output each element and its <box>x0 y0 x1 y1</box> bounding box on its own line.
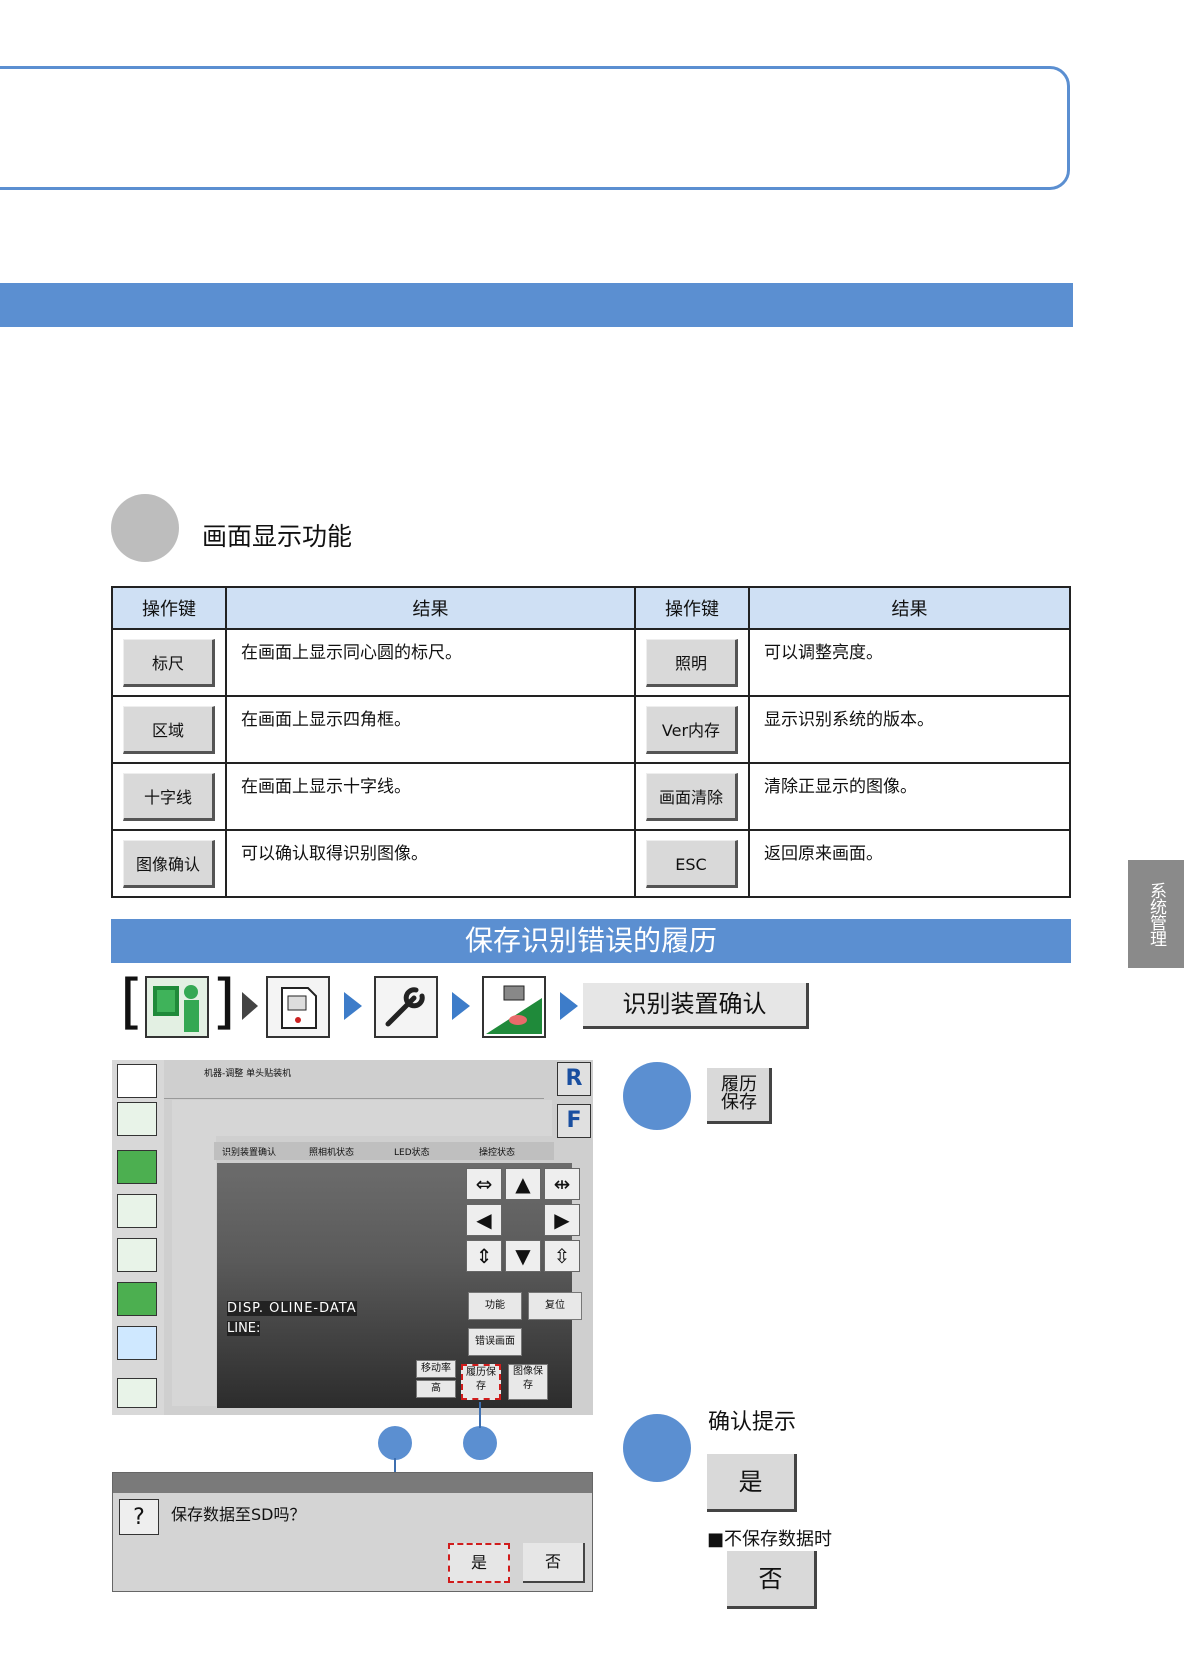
image-save-button[interactable]: 图像保存 <box>508 1364 548 1400</box>
table-header: 操作键 <box>111 586 227 630</box>
setup-icon[interactable] <box>117 1282 157 1316</box>
result-cell: 返回原来画面。 <box>748 829 1071 898</box>
function-table: 操作键 结果 操作键 结果 标尺 在画面上显示同心圆的标尺。 照明 可以调整亮度… <box>111 586 1071 898</box>
home-icon[interactable] <box>117 1064 157 1098</box>
header-frame <box>0 66 1070 190</box>
result-cell: 清除正显示的图像。 <box>748 762 1071 831</box>
function-button[interactable]: 功能 <box>468 1292 522 1320</box>
dialog-yes-button[interactable]: 是 <box>448 1543 510 1583</box>
key-button: 图像确认 <box>123 839 215 888</box>
up-arrow-button[interactable]: ▲ <box>505 1168 541 1200</box>
cycle-icon[interactable] <box>117 1102 157 1136</box>
result-cell: 在画面上显示十字线。 <box>225 762 636 831</box>
r-key-button[interactable]: R <box>557 1062 591 1096</box>
save-section-title: 保存识别错误的履历 <box>111 919 1071 963</box>
machine-label: 机器-调整 单头贴装机 <box>204 1069 292 1079</box>
f-key-button[interactable]: F <box>557 1104 591 1138</box>
no-save-note: ■不保存数据时 <box>707 1529 833 1550</box>
widen-vertical-button[interactable]: ⇳ <box>544 1240 580 1272</box>
left-menu <box>112 1060 164 1415</box>
history-save-button[interactable]: 履历保存 <box>461 1364 501 1400</box>
table-header: 操作键 <box>634 586 750 630</box>
bracket-left-icon: [ <box>120 967 144 1037</box>
table-row: 标尺 在画面上显示同心圆的标尺。 照明 可以调整亮度。 <box>111 628 1071 697</box>
widen-horizontal-button[interactable]: ⇹ <box>544 1168 580 1200</box>
error-screen-button[interactable]: 错误画面 <box>468 1328 522 1356</box>
side-tab[interactable]: 系统管理 <box>1128 860 1184 968</box>
recognition-camera-icon[interactable] <box>482 976 546 1038</box>
marker-dot <box>378 1426 412 1460</box>
board-icon[interactable] <box>117 1150 157 1184</box>
wrench-icon[interactable] <box>374 976 438 1038</box>
tab-recognition-check[interactable]: 识别装置确认 <box>222 1145 276 1158</box>
move-rate-label: 移动率 <box>416 1360 456 1378</box>
leader-line <box>479 1402 481 1428</box>
narrow-horizontal-button[interactable]: ⇔ <box>466 1168 502 1200</box>
arrow-icon <box>242 992 258 1020</box>
right-arrow-button[interactable]: ▶ <box>544 1204 580 1236</box>
no-key[interactable]: 否 <box>727 1551 817 1609</box>
question-icon: ? <box>119 1499 159 1535</box>
scroll-up-icon[interactable] <box>117 1378 157 1408</box>
left-arrow-button[interactable]: ◀ <box>466 1204 502 1236</box>
screen-toolbar <box>172 1100 552 1136</box>
table-row: 十字线 在画面上显示十字线。 画面清除 清除正显示的图像。 <box>111 762 1071 831</box>
result-cell: 在画面上显示同心圆的标尺。 <box>225 628 636 697</box>
key-button: ESC <box>646 839 738 888</box>
key-button: 标尺 <box>123 638 215 687</box>
section-title: 画面显示功能 <box>202 522 353 551</box>
reset-button[interactable]: 复位 <box>528 1292 582 1320</box>
report-icon[interactable] <box>117 1194 157 1228</box>
result-cell: 在画面上显示四角框。 <box>225 695 636 764</box>
machine-adjust-icon[interactable] <box>145 976 209 1038</box>
arrow-icon <box>452 992 470 1020</box>
section-number-circle <box>111 494 179 562</box>
step-marker <box>623 1414 691 1482</box>
table-header: 结果 <box>748 586 1071 630</box>
key-button: 照明 <box>646 638 738 687</box>
unit-icon[interactable] <box>266 976 330 1038</box>
table-header: 结果 <box>225 586 636 630</box>
step-marker <box>623 1062 691 1130</box>
screen-tabs: 识别装置确认 照相机状态 LED状态 操控状态 <box>214 1142 554 1160</box>
recognition-device-check-button[interactable]: 识别装置确认 <box>583 983 809 1029</box>
confirm-prompt-label: 确认提示 <box>708 1410 797 1435</box>
dialog-message: 保存数据至SD吗？ <box>171 1505 306 1524</box>
key-button: 区域 <box>123 705 215 754</box>
key-button: Ver内存 <box>646 705 738 754</box>
table-row: 区域 在画面上显示四角框。 Ver内存 显示识别系统的版本。 <box>111 695 1071 764</box>
down-arrow-button[interactable]: ▼ <box>505 1240 541 1272</box>
dialog-titlebar <box>113 1473 592 1493</box>
arrow-icon <box>560 992 578 1020</box>
arrow-icon <box>344 992 362 1020</box>
result-cell: 可以调整亮度。 <box>748 628 1071 697</box>
bracket-right-icon: ] <box>212 967 236 1037</box>
alarm-icon[interactable] <box>117 1238 157 1272</box>
overlay-text: DISP. OLINE-DATA <box>227 1301 357 1316</box>
screen-side-toolbar <box>172 1136 216 1406</box>
key-button: 十字线 <box>123 772 215 821</box>
tab-camera-status[interactable]: 照相机状态 <box>309 1145 354 1158</box>
key-button: 画面清除 <box>646 772 738 821</box>
move-rate-value[interactable]: 高 <box>416 1380 456 1398</box>
result-cell: 可以确认取得识别图像。 <box>225 829 636 898</box>
save-confirm-dialog: ? 保存数据至SD吗？ 是 否 <box>112 1472 593 1592</box>
section-bar <box>0 283 1073 327</box>
tab-control-status[interactable]: 操控状态 <box>479 1145 515 1158</box>
line-label: LINE: <box>227 1321 261 1336</box>
unit-icon[interactable] <box>117 1326 157 1360</box>
yes-key[interactable]: 是 <box>707 1454 797 1512</box>
marker-dot <box>463 1426 497 1460</box>
result-cell: 显示识别系统的版本。 <box>748 695 1071 764</box>
table-header-row: 操作键 结果 操作键 结果 <box>111 586 1071 630</box>
machine-screen-screenshot: 机器-调整 单头贴装机 R F 识别装置确认 照相机状态 LED状态 操控状态 … <box>112 1060 593 1415</box>
tab-led-status[interactable]: LED状态 <box>394 1145 430 1158</box>
screen-top-bar: 机器-调整 单头贴装机 <box>164 1060 544 1099</box>
table-row: 图像确认 可以确认取得识别图像。 ESC 返回原来画面。 <box>111 829 1071 898</box>
narrow-vertical-button[interactable]: ⇕ <box>466 1240 502 1272</box>
dialog-no-button[interactable]: 否 <box>523 1543 585 1583</box>
history-save-key[interactable]: 履历保存 <box>707 1068 772 1124</box>
